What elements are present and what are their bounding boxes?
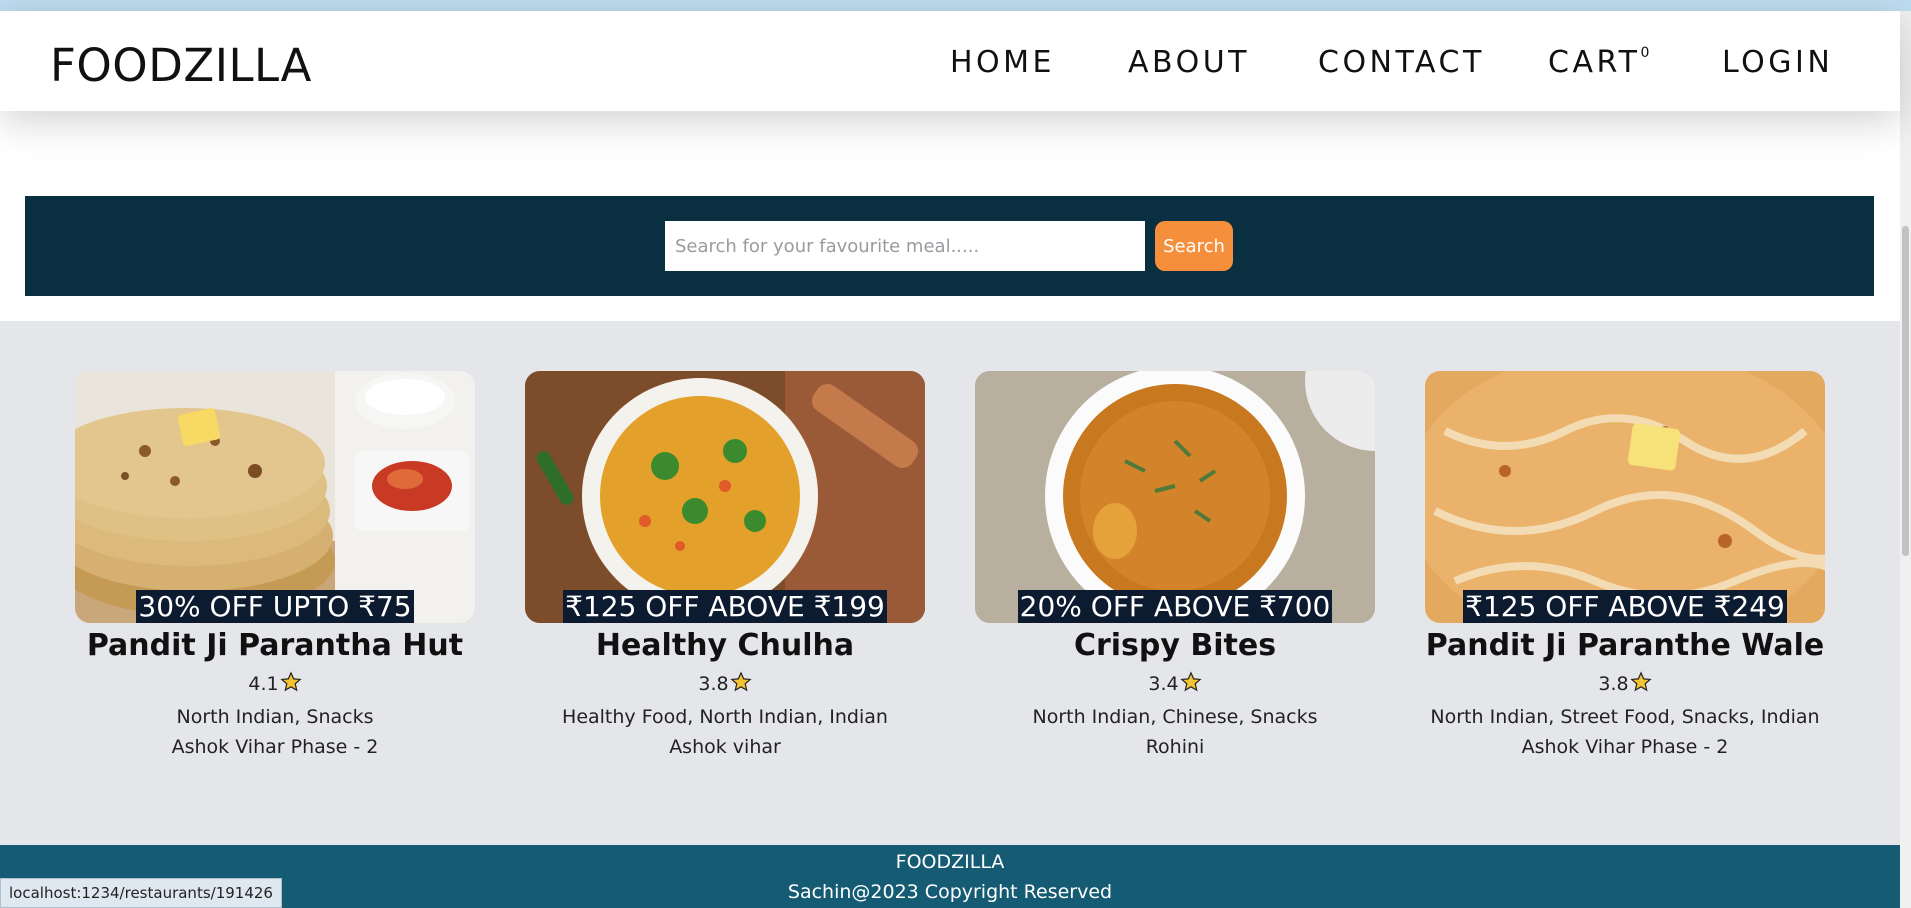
restaurant-area: Ashok Vihar Phase - 2 [1521,736,1729,758]
page-scrollbar[interactable] [1900,11,1911,908]
restaurant-card[interactable]: ₹125 OFF ABOVE ₹199 Healthy Chulha 3.8 H… [525,371,925,759]
restaurant-area: Rohini [1145,736,1205,758]
scrollbar-thumb[interactable] [1902,226,1909,556]
offer-text: ₹125 OFF ABOVE ₹199 [563,590,887,623]
restaurant-area: Ashok Vihar Phase - 2 [171,736,379,758]
restaurant-rating: 3.8 [525,671,925,699]
offer-text: 30% OFF UPTO ₹75 [136,590,414,623]
nav-login[interactable]: LOGIN [1722,45,1833,80]
site-logo[interactable]: FOODZILLA [50,39,312,92]
restaurant-card[interactable]: ₹125 OFF ABOVE ₹249 Pandit Ji Paranthe W… [1425,371,1825,759]
cart-count-badge: 0 [1640,45,1650,61]
nav-contact[interactable]: CONTACT [1318,45,1485,80]
footer-brand: FOODZILLA [895,851,1005,873]
restaurant-area: Ashok vihar [669,736,781,758]
search-input[interactable] [665,221,1145,271]
rating-value: 4.1 [248,673,279,695]
offer-text: ₹125 OFF ABOVE ₹249 [1463,590,1787,623]
star-icon [729,671,752,699]
nav-cart[interactable]: CART0 [1548,45,1649,80]
restaurant-cuisines: Healthy Food, North Indian, Indian [562,706,888,728]
nav-cart-label: CART [1548,45,1641,80]
rating-value: 3.8 [698,673,729,695]
offer-banner: ₹125 OFF ABOVE ₹249 [1425,590,1825,623]
site-footer: FOODZILLA Sachin@2023 Copyright Reserved [0,845,1900,908]
rating-value: 3.8 [1598,673,1629,695]
restaurant-image: ₹125 OFF ABOVE ₹249 [1425,371,1825,623]
browser-top-strip [0,0,1911,11]
restaurant-rating: 4.1 [75,671,475,699]
offer-banner: 20% OFF ABOVE ₹700 [975,590,1375,623]
footer-copyright: Sachin@2023 Copyright Reserved [787,881,1113,903]
search-button[interactable]: Search [1155,221,1233,271]
restaurant-rating: 3.8 [1425,671,1825,699]
search-band: Search [25,196,1874,296]
restaurant-list: 30% OFF UPTO ₹75 Pandit Ji Parantha Hut … [0,371,1900,771]
site-header: FOODZILLA HOME ABOUT CONTACT CART0 LOGIN [0,11,1900,111]
rating-value: 3.4 [1148,673,1179,695]
nav-about[interactable]: ABOUT [1128,45,1250,80]
restaurant-name: Healthy Chulha [595,628,855,663]
restaurant-name: Crispy Bites [1073,628,1277,663]
restaurant-cuisines: North Indian, Street Food, Snacks, India… [1430,706,1820,728]
offer-banner: ₹125 OFF ABOVE ₹199 [525,590,925,623]
offer-banner: 30% OFF UPTO ₹75 [75,590,475,623]
restaurant-cuisines: North Indian, Chinese, Snacks [1032,706,1318,728]
restaurant-rating: 3.4 [975,671,1375,699]
restaurant-image: 30% OFF UPTO ₹75 [75,371,475,623]
restaurant-cuisines: North Indian, Snacks [176,706,374,728]
star-icon [279,671,302,699]
restaurant-card[interactable]: 20% OFF ABOVE ₹700 Crispy Bites 3.4 Nort… [975,371,1375,759]
browser-status-url: localhost:1234/restaurants/191426 [0,878,282,908]
star-icon [1179,671,1202,699]
star-icon [1629,671,1652,699]
restaurant-image: 20% OFF ABOVE ₹700 [975,371,1375,623]
offer-text: 20% OFF ABOVE ₹700 [1017,590,1333,623]
restaurant-card[interactable]: 30% OFF UPTO ₹75 Pandit Ji Parantha Hut … [75,371,475,759]
nav-home[interactable]: HOME [950,45,1055,80]
restaurant-name: Pandit Ji Parantha Hut [86,628,464,663]
restaurant-image: ₹125 OFF ABOVE ₹199 [525,371,925,623]
nav-contact-label: CONTACT [1318,45,1485,80]
restaurant-name: Pandit Ji Paranthe Wale [1425,628,1825,663]
